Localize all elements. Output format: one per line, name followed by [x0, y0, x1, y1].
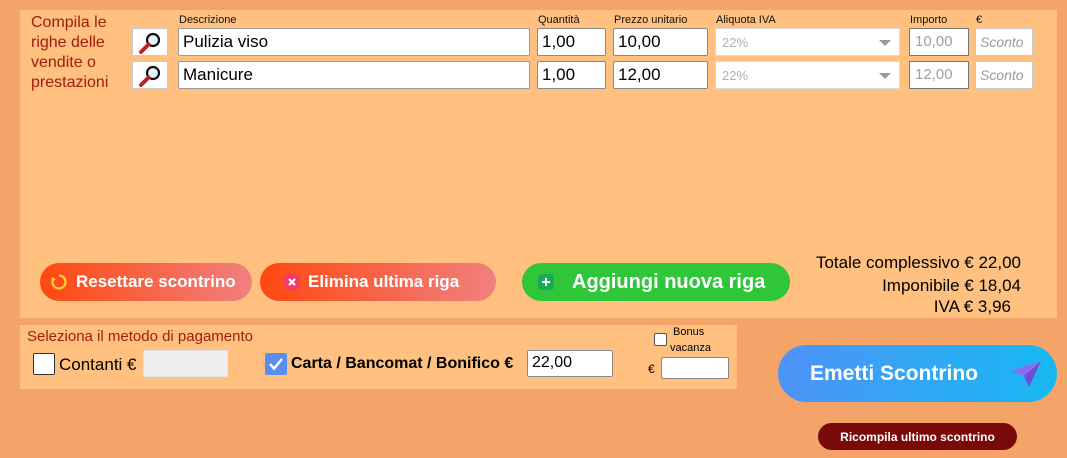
row-2-description-input[interactable]: Manicure [178, 61, 530, 89]
emit-receipt-label: Emetti Scontrino [810, 361, 979, 385]
plus-icon [538, 274, 554, 290]
add-row-button[interactable]: Aggiungi nuova riga [522, 263, 790, 301]
card-checkbox[interactable] [265, 353, 287, 375]
column-vat-rate: Aliquota IVA [716, 14, 776, 26]
row-1-vat-select[interactable]: 22% [715, 28, 900, 56]
row-2-vat-value: 22% [722, 68, 749, 83]
bonus-currency: € [648, 362, 655, 376]
reset-receipt-button[interactable]: Resettare scontrino [40, 263, 252, 301]
total-amount: Totale complessivo € 22,00 [815, 253, 1021, 272]
row-1-amount: 10,00 [909, 28, 969, 56]
payment-title: Seleziona il metodo di pagamento [27, 328, 253, 345]
row-2-search-button[interactable] [132, 61, 168, 89]
bonus-label-line-2: vacanza [670, 342, 711, 354]
reset-icon [50, 273, 68, 291]
delete-last-row-button[interactable]: Elimina ultima riga [260, 263, 496, 301]
row-2-unit-price-input[interactable]: 12,00 [613, 61, 708, 89]
column-amount: Importo [910, 14, 948, 26]
cash-checkbox[interactable] [33, 353, 55, 375]
row-1-unit-price-input[interactable]: 10,00 [613, 28, 708, 56]
cash-amount-input[interactable] [143, 350, 228, 377]
bonus-label-line-1: Bonus [673, 326, 705, 338]
emit-receipt-button[interactable]: Emetti Scontrino [778, 345, 1057, 402]
column-unit-price: Prezzo unitario [614, 14, 688, 26]
row-2-amount: 12,00 [909, 61, 969, 89]
taxable-amount: Imponibile € 18,04 [882, 276, 1021, 295]
row-1-discount-input[interactable]: Sconto [975, 28, 1033, 56]
intro-text: Compila le righe delle vendite o prestaz… [31, 14, 109, 91]
add-row-label: Aggiungi nuova riga [572, 270, 766, 293]
column-description: Descrizione [179, 14, 237, 26]
cash-label: Contanti € [59, 355, 137, 374]
column-currency: € [976, 14, 983, 26]
bonus-amount-input[interactable] [661, 357, 729, 379]
checkmark-icon [269, 358, 283, 371]
sales-lines-panel: Compila le righe delle vendite o prestaz… [20, 10, 1057, 318]
row-1-vat-value: 22% [722, 35, 749, 50]
card-amount-input[interactable]: 22,00 [527, 350, 613, 377]
delete-last-row-label: Elimina ultima riga [308, 272, 460, 291]
send-icon [1011, 361, 1041, 387]
row-1-quantity-input[interactable]: 1,00 [537, 28, 606, 56]
magnifier-icon [139, 65, 161, 87]
bonus-checkbox[interactable] [654, 333, 667, 346]
row-2-quantity-input[interactable]: 1,00 [537, 61, 606, 89]
magnifier-icon [139, 32, 161, 54]
payment-panel: Seleziona il metodo di pagamento Contant… [20, 325, 737, 389]
reset-receipt-label: Resettare scontrino [76, 272, 236, 291]
close-icon [284, 274, 300, 290]
chevron-down-icon [879, 73, 891, 79]
chevron-down-icon [879, 40, 891, 46]
column-quantity: Quantità [538, 14, 580, 26]
vat-amount: IVA € 3,96 [933, 297, 1011, 316]
row-2-discount-input[interactable]: Sconto [975, 61, 1033, 89]
recompile-last-receipt-button[interactable]: Ricompila ultimo scontrino [818, 423, 1017, 450]
row-2-vat-select[interactable]: 22% [715, 61, 900, 89]
row-1-search-button[interactable] [132, 28, 168, 56]
row-1-description-input[interactable]: Pulizia viso [178, 28, 530, 56]
card-label: Carta / Bancomat / Bonifico € [291, 355, 514, 372]
